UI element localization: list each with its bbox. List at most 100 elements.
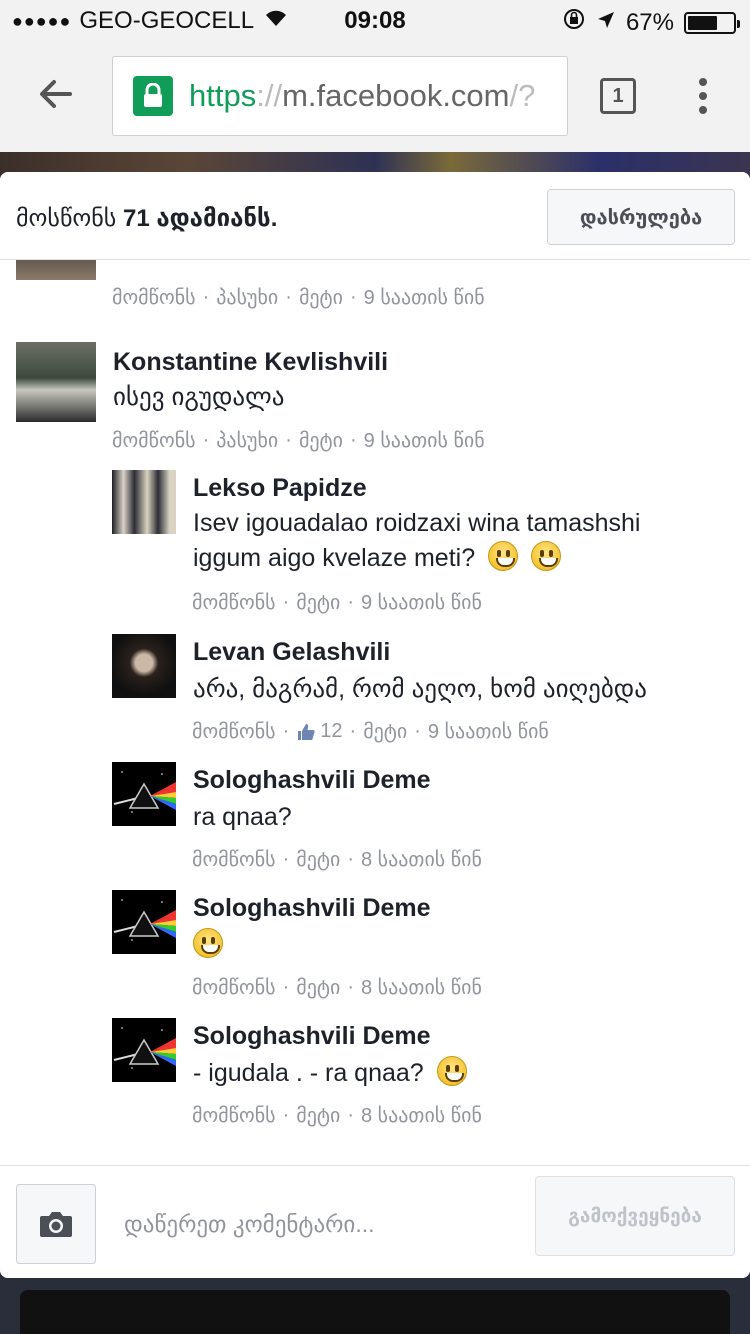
more-link[interactable]: მეტი: [299, 285, 343, 310]
commenter-name[interactable]: Sologhashvili Deme: [193, 766, 431, 795]
status-bar: ●●●●● GEO-GEOCELL 09:08 67%: [0, 0, 750, 40]
comment-time[interactable]: 8 საათის წინ: [361, 1103, 482, 1128]
reply-item: Lekso Papidze Isev igouadalao roidzaxi w…: [112, 470, 742, 620]
thumbs-up-icon: [298, 723, 315, 740]
url-text: https://m.facebook.com/?: [189, 78, 535, 114]
reply-link[interactable]: პასუხი: [216, 428, 278, 453]
back-button[interactable]: [36, 74, 76, 114]
separator: ·: [282, 1104, 290, 1126]
smiley-emoji-icon: [531, 541, 561, 571]
separator: ·: [347, 591, 354, 613]
comment-time[interactable]: 9 საათის წინ: [428, 719, 549, 744]
likes-summary[interactable]: მოსწონს 71 ადამიანს.: [16, 204, 277, 233]
address-bar[interactable]: https://m.facebook.com/?: [112, 56, 568, 136]
overflow-menu-button[interactable]: [690, 76, 716, 116]
separator: ·: [282, 976, 290, 998]
comment-time[interactable]: 8 საათის წინ: [361, 847, 482, 872]
separator: ·: [347, 848, 354, 870]
more-link[interactable]: მეტი: [296, 847, 340, 872]
smiley-emoji-icon: [193, 928, 223, 958]
separator: ·: [349, 720, 357, 742]
separator: ·: [350, 429, 357, 451]
avatar[interactable]: [16, 342, 96, 422]
camera-icon: [40, 1212, 72, 1237]
like-link[interactable]: მომწონს: [112, 285, 196, 310]
like-link[interactable]: მომწონს: [112, 428, 196, 453]
avatar[interactable]: [16, 260, 96, 280]
separator: ·: [350, 286, 357, 308]
comment-text-line-2: iggum aigo kvelaze meti?: [193, 541, 561, 576]
prism-avatar-image: [113, 1027, 176, 1069]
commenter-name[interactable]: Konstantine Kevlishvili: [113, 348, 388, 377]
comment-actions: მომწონს · მეტი · 9 საათის წინ: [192, 590, 482, 615]
commenter-name[interactable]: Sologhashvili Deme: [193, 1022, 431, 1051]
smiley-emoji-icon: [436, 1056, 467, 1086]
separator: ·: [414, 720, 421, 742]
comment-text: ისევ იგუდალა: [113, 383, 285, 411]
battery-icon: [684, 11, 740, 34]
comment-time[interactable]: 9 საათის წინ: [361, 590, 482, 615]
done-button[interactable]: დასრულება: [547, 189, 735, 245]
rotation-lock-icon: [562, 7, 586, 38]
more-link[interactable]: მეტი: [296, 590, 340, 615]
location-icon: [596, 9, 616, 37]
comment-input[interactable]: [124, 1196, 514, 1252]
comment-actions: მომწონს · პასუხი · მეტი · 9 საათის წინ: [112, 285, 485, 310]
like-link[interactable]: მომწონს: [192, 719, 276, 744]
comment-time[interactable]: 9 საათის წინ: [364, 285, 485, 310]
url-separator: ://: [256, 78, 283, 113]
comment-actions: მომწონს · 12 · მეტი · 9 საათის წინ: [192, 719, 549, 744]
like-link[interactable]: მომწონს: [192, 975, 276, 1000]
commenter-name[interactable]: Levan Gelashvili: [193, 638, 390, 667]
avatar[interactable]: [112, 1018, 176, 1082]
comment-text: - igudala . - ra qnaa?: [193, 1059, 424, 1087]
reply-item: Sologhashvili Deme - igudala . - ra qnaa…: [112, 1018, 742, 1138]
menu-dot: [699, 92, 707, 100]
comment-time[interactable]: 8 საათის წინ: [361, 975, 482, 1000]
url-scheme: https: [189, 78, 257, 113]
comment-actions: მომწონს · მეტი · 8 საათის წინ: [192, 1103, 482, 1128]
menu-dot: [699, 106, 707, 114]
separator: ·: [282, 720, 290, 742]
more-link[interactable]: მეტი: [363, 719, 407, 744]
commenter-name[interactable]: Lekso Papidze: [193, 474, 367, 503]
menu-dot: [699, 78, 707, 86]
like-count[interactable]: 12: [296, 720, 343, 743]
reply-link[interactable]: პასუხი: [216, 285, 278, 310]
like-link[interactable]: მომწონს: [192, 590, 276, 615]
tab-switcher-button[interactable]: 1: [600, 78, 636, 114]
likes-suffix: ადამიანს.: [156, 205, 278, 232]
like-link[interactable]: მომწონს: [192, 1103, 276, 1128]
smiley-emoji-icon: [488, 541, 519, 571]
separator: ·: [285, 429, 292, 451]
post-button[interactable]: გამოქვეყნება: [535, 1176, 735, 1256]
more-link[interactable]: მეტი: [299, 428, 343, 453]
comment-text: ra qnaa?: [193, 803, 292, 831]
url-host: m.facebook.com: [282, 78, 510, 113]
commenter-name[interactable]: Sologhashvili Deme: [193, 894, 431, 923]
comment-actions: მომწონს · მეტი · 8 საათის წინ: [192, 975, 482, 1000]
more-link[interactable]: მეტი: [296, 1103, 340, 1128]
more-link[interactable]: მეტი: [296, 975, 340, 1000]
comment-time[interactable]: 9 საათის წინ: [364, 428, 485, 453]
comment-item: Konstantine Kevlishvili ისევ იგუდალა მომ…: [16, 342, 736, 452]
attach-photo-button[interactable]: [16, 1184, 96, 1264]
like-link[interactable]: მომწონს: [192, 847, 276, 872]
back-arrow-icon: [40, 80, 72, 108]
avatar[interactable]: [112, 470, 176, 534]
comment-text: არა, მაგრამ, რომ აეღო, ხომ აიღებდა: [193, 675, 647, 703]
secure-lock-icon: [133, 76, 173, 116]
avatar[interactable]: [112, 890, 176, 954]
avatar[interactable]: [112, 762, 176, 826]
comment-actions: მომწონს · მეტი · 8 საათის წინ: [192, 847, 482, 872]
comment-text: iggum aigo kvelaze meti?: [193, 544, 476, 572]
avatar[interactable]: [112, 634, 176, 698]
comment-text-line: Isev igouadalao roidzaxi wina tamashshi: [193, 509, 641, 537]
comment-text: [193, 928, 223, 963]
status-right: 67%: [562, 7, 740, 38]
comments-dialog: მოსწონს 71 ადამიანს. დასრულება მომწონს · …: [0, 172, 750, 1278]
separator: ·: [285, 286, 292, 308]
comment-text-line: - igudala . - ra qnaa?: [193, 1056, 467, 1091]
separator: ·: [282, 591, 290, 613]
screen: ●●●●● GEO-GEOCELL 09:08 67% https://m.fa…: [0, 0, 750, 1334]
